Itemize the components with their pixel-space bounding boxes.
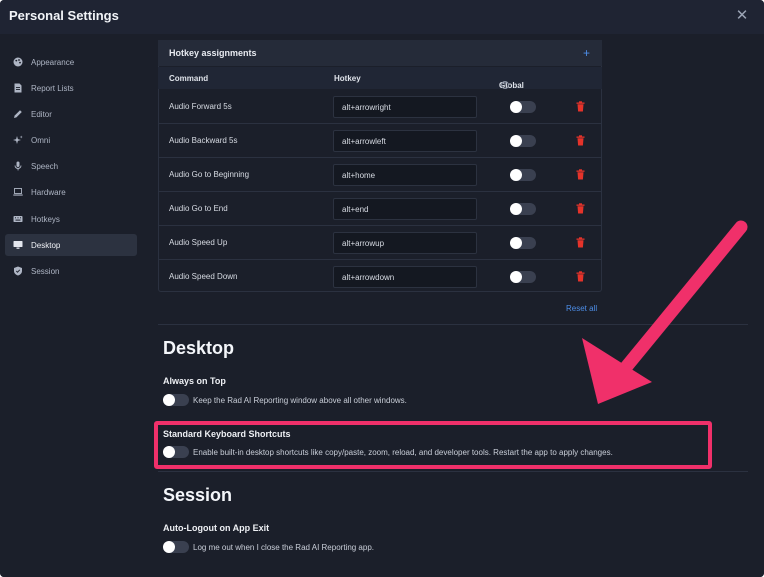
reset-all-link[interactable]: Reset all bbox=[566, 304, 597, 313]
laptop-icon bbox=[13, 187, 23, 197]
always-on-top-title: Always on Top bbox=[163, 376, 226, 386]
sidebar-item-label: Speech bbox=[31, 161, 59, 171]
column-header-hotkey: Hotkey bbox=[334, 74, 361, 83]
sidebar-item-label: Appearance bbox=[31, 57, 75, 67]
trash-icon[interactable] bbox=[576, 135, 585, 146]
hotkey-input[interactable]: alt+arrowright bbox=[333, 96, 477, 118]
sidebar-item-session[interactable]: Session bbox=[5, 260, 137, 282]
session-heading: Session bbox=[163, 485, 233, 505]
standard-shortcuts-title: Standard Keyboard Shortcuts bbox=[163, 429, 291, 439]
hotkey-input[interactable]: alt+arrowleft bbox=[333, 130, 477, 152]
sidebar-item-report-lists[interactable]: Report Lists bbox=[5, 77, 137, 99]
auto-logout-toggle[interactable] bbox=[163, 541, 189, 553]
sidebar-item-hardware[interactable]: Hardware bbox=[5, 181, 137, 203]
auto-logout-title: Auto-Logout on App Exit bbox=[163, 523, 270, 533]
sidebar: Appearance Report Lists Editor Omni Spee… bbox=[0, 34, 148, 577]
info-icon[interactable]: ? bbox=[501, 81, 509, 89]
sidebar-item-label: Desktop bbox=[31, 240, 61, 250]
hotkey-card-header: Hotkey assignments + bbox=[158, 40, 602, 66]
desktop-heading: Desktop bbox=[163, 338, 235, 358]
global-toggle[interactable] bbox=[510, 135, 536, 147]
sidebar-item-label: Editor bbox=[31, 109, 52, 119]
personal-settings-window: Personal Settings ✕ Appearance Report Li… bbox=[0, 0, 764, 577]
sidebar-item-appearance[interactable]: Appearance bbox=[5, 51, 137, 73]
sidebar-item-label: Report Lists bbox=[31, 83, 74, 93]
sidebar-item-hotkeys[interactable]: Hotkeys bbox=[5, 208, 137, 230]
trash-icon[interactable] bbox=[576, 101, 585, 112]
global-toggle[interactable] bbox=[510, 169, 536, 181]
table-row: Audio Backward 5s alt+arrowleft bbox=[158, 124, 602, 158]
hotkey-table-header: Command Hotkey Global? bbox=[158, 67, 602, 90]
sidebar-item-desktop[interactable]: Desktop bbox=[5, 234, 137, 256]
global-toggle[interactable] bbox=[510, 237, 536, 249]
table-row: Audio Speed Up alt+arrowup bbox=[158, 226, 602, 260]
settings-content: Hotkey assignments + Command Hotkey Glob… bbox=[148, 34, 764, 577]
section-divider bbox=[158, 471, 748, 472]
command-name: Audio Speed Up bbox=[169, 238, 228, 247]
close-icon[interactable]: ✕ bbox=[734, 7, 750, 25]
trash-icon[interactable] bbox=[576, 237, 585, 248]
hotkey-card-title: Hotkey assignments bbox=[169, 48, 257, 58]
monitor-icon bbox=[13, 240, 23, 250]
sidebar-item-label: Hotkeys bbox=[31, 214, 60, 224]
hotkey-input[interactable]: alt+home bbox=[333, 164, 477, 186]
hotkey-input[interactable]: alt+arrowup bbox=[333, 232, 477, 254]
always-on-top-description: Keep the Rad AI Reporting window above a… bbox=[193, 396, 407, 405]
global-toggle[interactable] bbox=[510, 271, 536, 283]
command-name: Audio Go to Beginning bbox=[169, 170, 250, 179]
trash-icon[interactable] bbox=[576, 271, 585, 282]
command-name: Audio Backward 5s bbox=[169, 136, 238, 145]
sidebar-item-label: Session bbox=[31, 266, 60, 276]
command-name: Audio Speed Down bbox=[169, 272, 238, 281]
sidebar-item-label: Hardware bbox=[31, 187, 66, 197]
sidebar-item-label: Omni bbox=[31, 135, 51, 145]
always-on-top-toggle[interactable] bbox=[163, 394, 189, 406]
column-header-command: Command bbox=[169, 74, 209, 83]
standard-shortcuts-toggle[interactable] bbox=[163, 446, 189, 458]
sidebar-item-speech[interactable]: Speech bbox=[5, 155, 137, 177]
table-row: Audio Forward 5s alt+arrowright bbox=[158, 90, 602, 124]
trash-icon[interactable] bbox=[576, 203, 585, 214]
section-divider bbox=[158, 324, 748, 325]
table-row: Audio Go to Beginning alt+home bbox=[158, 158, 602, 192]
pencil-icon bbox=[13, 109, 23, 119]
hotkey-input[interactable]: alt+end bbox=[333, 198, 477, 220]
trash-icon[interactable] bbox=[576, 169, 585, 180]
palette-icon bbox=[13, 57, 23, 67]
sparkle-icon bbox=[13, 135, 23, 145]
window-title: Personal Settings bbox=[9, 8, 119, 23]
auto-logout-description: Log me out when I close the Rad AI Repor… bbox=[193, 543, 375, 552]
command-name: Audio Forward 5s bbox=[169, 102, 232, 111]
keyboard-icon bbox=[13, 214, 23, 224]
add-hotkey-button[interactable]: + bbox=[583, 47, 590, 59]
sidebar-item-editor[interactable]: Editor bbox=[5, 103, 137, 125]
document-icon bbox=[13, 83, 23, 93]
hotkey-input[interactable]: alt+arrowdown bbox=[333, 266, 477, 288]
table-row: Audio Speed Down alt+arrowdown bbox=[158, 260, 602, 294]
global-toggle[interactable] bbox=[510, 101, 536, 113]
command-name: Audio Go to End bbox=[169, 204, 228, 213]
title-bar: Personal Settings ✕ bbox=[0, 0, 764, 34]
microphone-icon bbox=[13, 161, 23, 171]
table-row: Audio Go to End alt+end bbox=[158, 192, 602, 226]
sidebar-item-omni[interactable]: Omni bbox=[5, 129, 137, 151]
global-toggle[interactable] bbox=[510, 203, 536, 215]
shield-icon bbox=[13, 266, 23, 276]
standard-shortcuts-description: Enable built-in desktop shortcuts like c… bbox=[193, 448, 613, 457]
